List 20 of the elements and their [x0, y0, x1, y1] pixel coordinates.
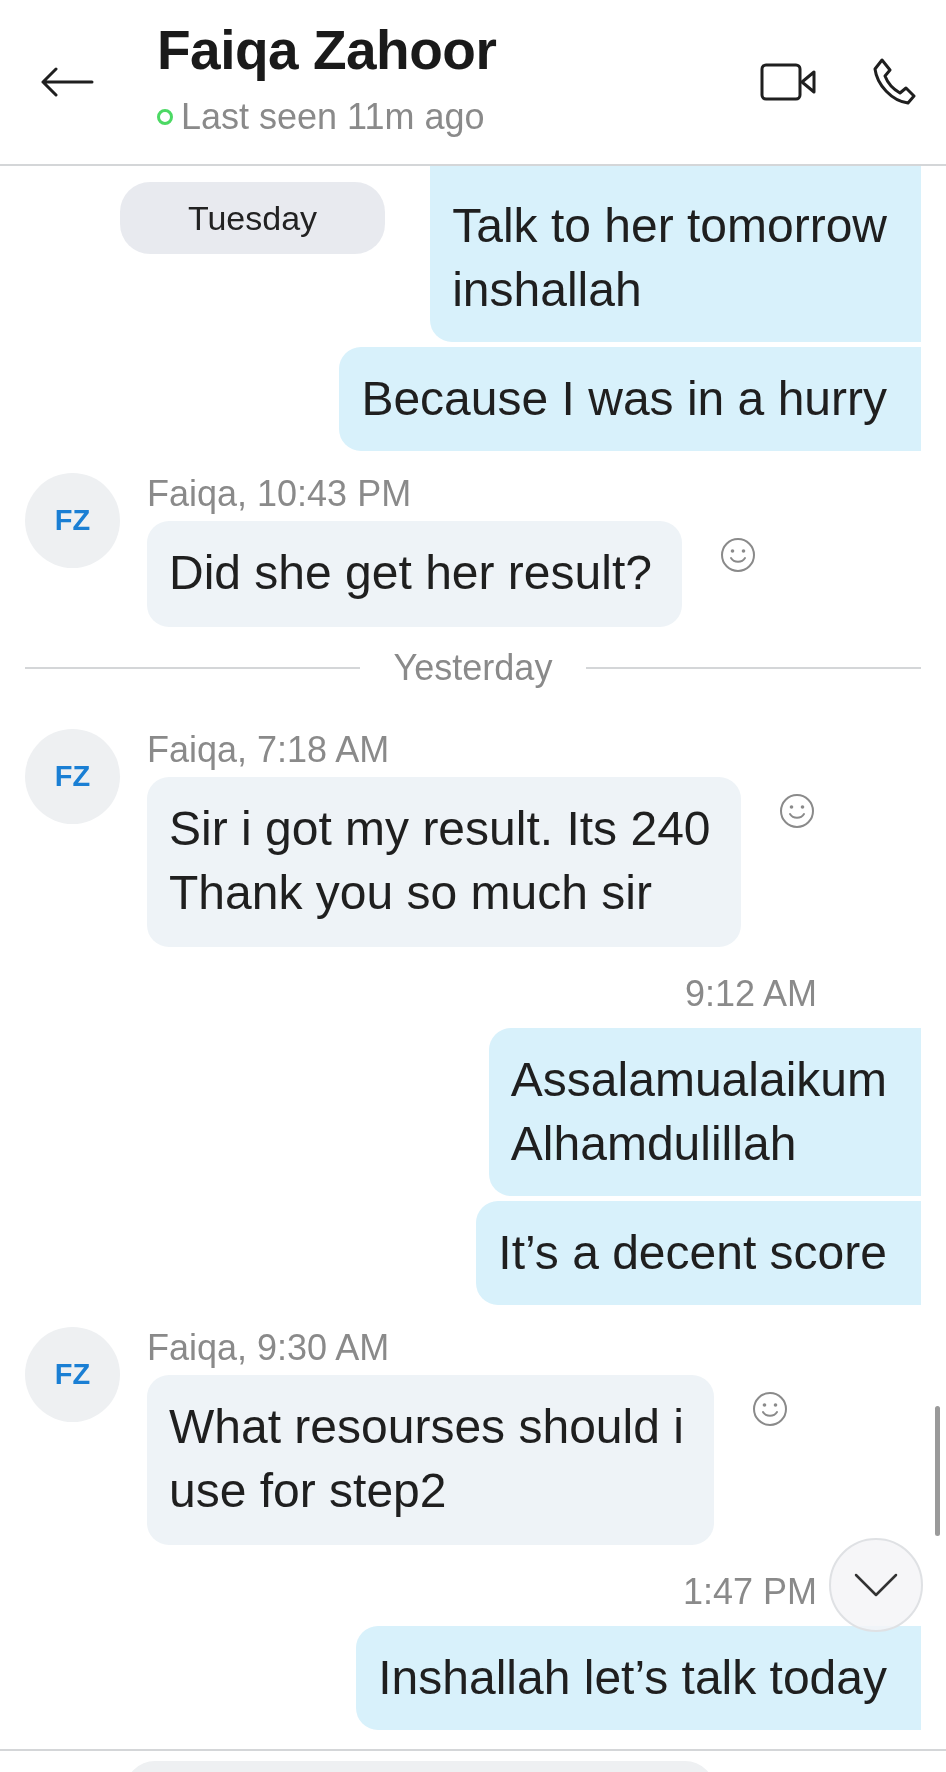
- sender-and-time: Faiqa, 7:18 AM: [147, 729, 391, 771]
- date-pill: Tuesday: [120, 182, 385, 254]
- sent-message-bubble: It’s a decent score: [476, 1201, 921, 1305]
- message-time: 9:12 AM: [684, 973, 817, 1015]
- sent-message-bubble: Inshallah let’s talk today: [356, 1626, 921, 1730]
- sender-and-time: Faiqa, 9:30 AM: [147, 1327, 391, 1369]
- last-seen-text: Last seen 11m ago: [181, 96, 485, 138]
- contact-name: Faiqa Zahoor: [157, 18, 498, 82]
- sent-message-bubble: Assalamualaikum Alhamdulillah: [488, 1028, 921, 1196]
- message-time: 1:47 PM: [682, 1571, 817, 1613]
- date-divider-label: Yesterday: [393, 647, 553, 689]
- received-message-bubble: Sir i got my result. Its 240 Thank you so much sir: [147, 777, 741, 947]
- received-message-bubble: What resourses should i use for step2: [147, 1375, 714, 1545]
- contact-avatar: FZ: [25, 473, 120, 568]
- contact-avatar: FZ: [25, 1327, 120, 1422]
- contact-avatar: FZ: [25, 729, 120, 824]
- sent-message-bubble: Talk to her tomorrow inshallah: [430, 166, 921, 342]
- received-message-bubble: Did she get her result?: [147, 521, 682, 627]
- sent-message-bubble: Because I was in a hurry: [339, 347, 921, 451]
- sender-and-time: Faiqa, 10:43 PM: [147, 473, 413, 515]
